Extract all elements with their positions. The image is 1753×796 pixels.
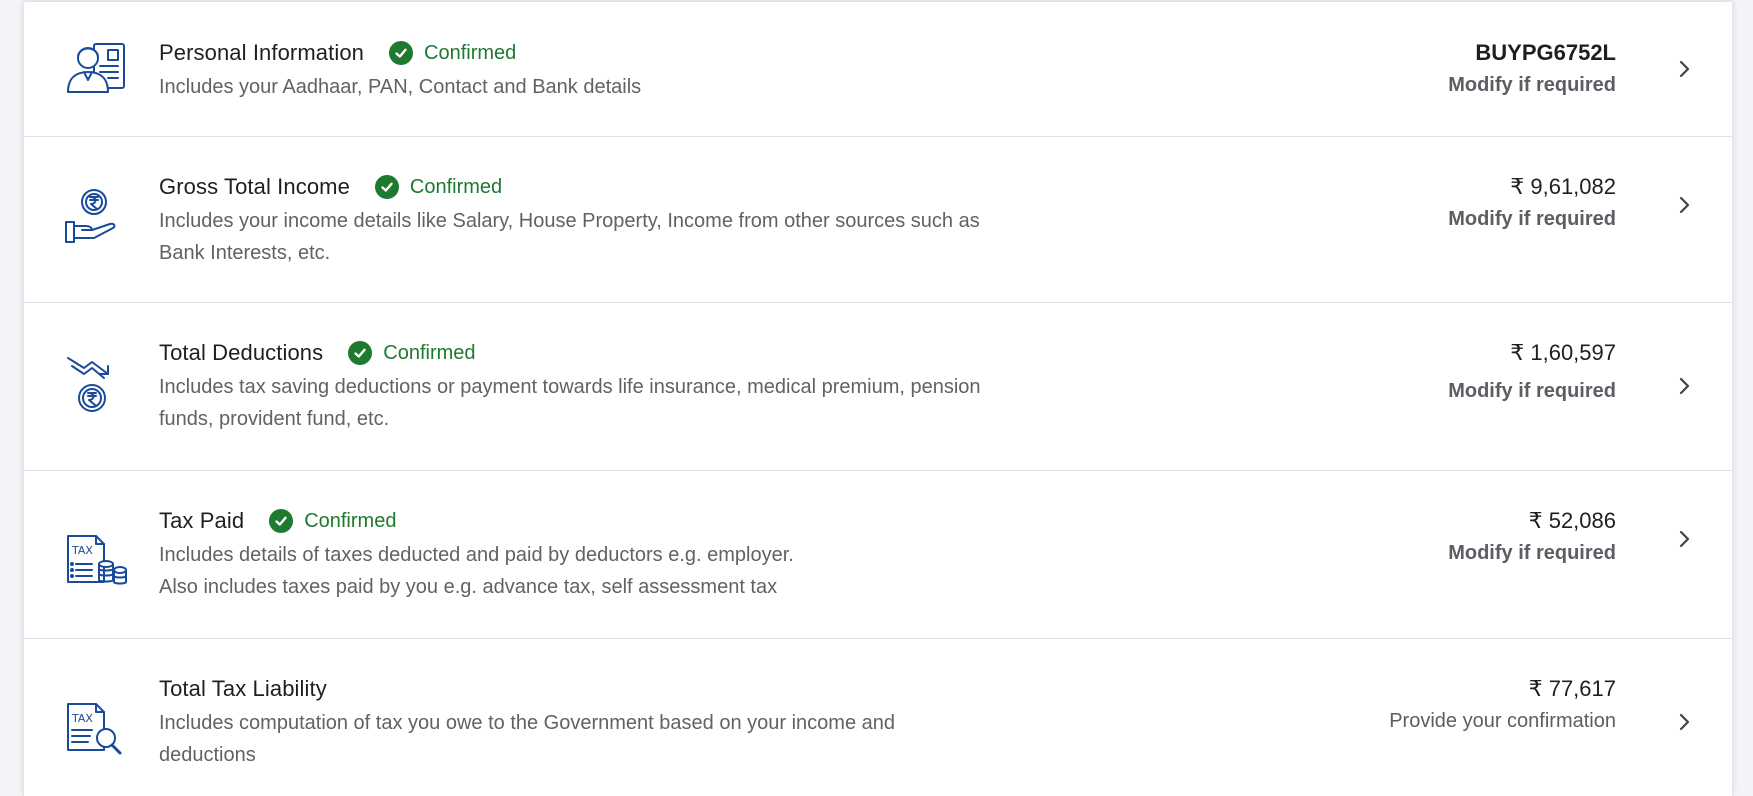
tax-document-coins-icon: TAX <box>64 532 128 596</box>
check-circle-icon <box>269 509 294 533</box>
chevron-right-icon[interactable] <box>1674 529 1694 549</box>
modify-link[interactable]: Modify if required <box>1448 204 1616 235</box>
confirmed-status: Confirmed <box>389 41 516 65</box>
check-circle-icon <box>348 341 373 365</box>
row-gross-total-income[interactable]: Gross Total Income Confirmed Includes yo… <box>24 136 1732 303</box>
row-total-deductions[interactable]: Total Deductions Confirmed Includes tax … <box>24 302 1732 471</box>
confirmed-status: Confirmed <box>348 341 476 365</box>
modify-link[interactable]: Modify if required <box>1448 376 1616 407</box>
row-tax-paid[interactable]: TAX Tax Paid Confirmed Includes details … <box>24 470 1732 639</box>
row-description: Includes your income details like Salary… <box>159 210 980 264</box>
confirmed-status: Confirmed <box>269 509 396 533</box>
status-label: Confirmed <box>424 41 517 64</box>
status-label: Confirmed <box>409 175 503 198</box>
description-line: Also includes taxes paid by you e.g. adv… <box>159 575 778 598</box>
check-circle-icon <box>389 41 413 65</box>
summary-card: Personal Information Confirmed Includes … <box>23 2 1733 796</box>
tax-paid-value: ₹ 52,086 <box>1528 508 1616 533</box>
row-description: Includes computation of tax you owe to t… <box>159 712 895 766</box>
modify-link[interactable]: Modify if required <box>1448 70 1616 101</box>
row-description: Includes details of taxes deducted and p… <box>159 540 1059 603</box>
deductions-value: ₹ 1,60,597 <box>1510 340 1616 365</box>
row-title: Gross Total Income <box>159 174 350 199</box>
chevron-right-icon[interactable] <box>1674 712 1694 732</box>
chevron-right-icon[interactable] <box>1674 376 1694 396</box>
modify-link[interactable]: Modify if required <box>1448 538 1616 569</box>
liability-value: ₹ 77,617 <box>1528 676 1616 701</box>
confirmed-status: Confirmed <box>374 175 503 199</box>
status-label: Confirmed <box>383 341 476 364</box>
row-title: Total Tax Liability <box>159 676 327 701</box>
row-total-tax-liability[interactable]: TAX Total Tax Liability Includes computa… <box>24 638 1732 796</box>
pan-value: BUYPG6752L <box>1475 40 1616 65</box>
svg-text:TAX: TAX <box>71 712 93 725</box>
chevron-right-icon[interactable] <box>1674 59 1694 79</box>
chevron-right-icon[interactable] <box>1674 195 1694 215</box>
svg-text:TAX: TAX <box>71 544 93 557</box>
check-circle-icon <box>374 175 399 199</box>
row-personal-information[interactable]: Personal Information Confirmed Includes … <box>24 2 1732 137</box>
row-description: Includes your Aadhaar, PAN, Contact and … <box>159 76 642 98</box>
personal-info-icon <box>64 36 128 100</box>
status-label: Confirmed <box>304 509 397 532</box>
row-title: Total Deductions <box>159 340 324 365</box>
deduction-trend-rupee-icon <box>64 354 128 418</box>
row-title: Tax Paid <box>159 508 245 533</box>
income-hand-rupee-icon <box>64 186 128 250</box>
row-description: Includes tax saving deductions or paymen… <box>159 376 981 430</box>
description-line: Includes details of taxes deducted and p… <box>159 544 794 566</box>
income-value: ₹ 9,61,082 <box>1510 174 1616 199</box>
row-title: Personal Information <box>159 40 364 65</box>
tax-document-search-icon: TAX <box>64 700 128 764</box>
provide-confirmation-link[interactable]: Provide your confirmation <box>1389 706 1616 737</box>
